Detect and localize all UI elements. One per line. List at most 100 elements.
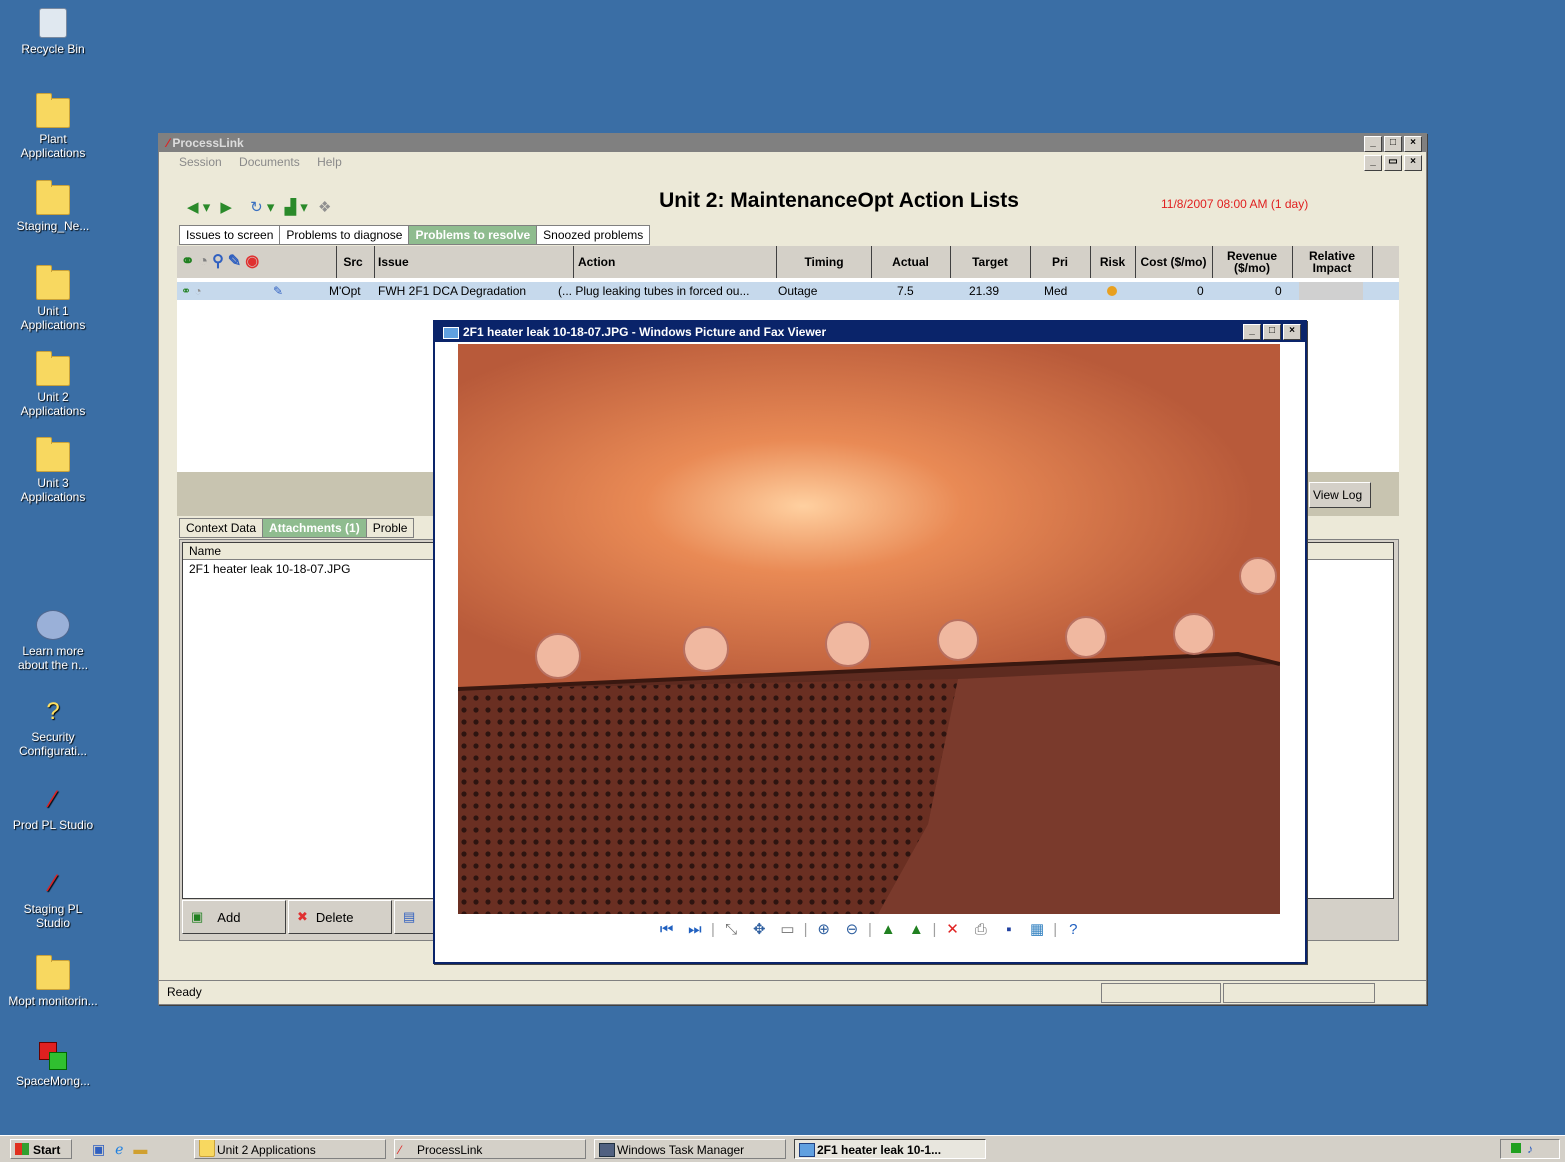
taskbar-item-task-manager[interactable]: Windows Task Manager — [594, 1139, 786, 1159]
quick-launch: ▣ ℯ ▬ — [92, 1141, 147, 1158]
maximize-button[interactable]: □ — [1384, 136, 1402, 152]
help-icon[interactable]: ? — [1064, 921, 1082, 939]
learn-more-shortcut[interactable]: Learn more about the n... — [8, 610, 98, 672]
attachment-icon[interactable]: ✎ — [228, 254, 241, 270]
taskbar-item-label: Windows Task Manager — [617, 1143, 745, 1157]
previous-icon[interactable]: ⏮ — [658, 921, 676, 939]
chart-icon[interactable]: ▟ — [285, 199, 297, 216]
mdi-restore-button[interactable]: ▭ — [1384, 155, 1402, 171]
open-attachment-button[interactable]: ▤ — [394, 900, 434, 934]
taskbar-item-picture-viewer[interactable]: 2F1 heater leak 10-1... — [794, 1139, 986, 1159]
zoom-in-icon[interactable]: ⊕ — [815, 920, 833, 938]
best-fit-icon[interactable]: ⤡ — [722, 921, 740, 939]
minimize-button[interactable]: _ — [1364, 136, 1382, 152]
spacemonger-shortcut[interactable]: SpaceMong... — [8, 1042, 98, 1088]
menu-help[interactable]: Help — [317, 155, 342, 169]
attachment-icon[interactable]: ✎ — [273, 282, 293, 300]
print-icon[interactable]: ⎙ — [972, 921, 990, 939]
taskbar-item-processlink[interactable]: ⁄ ProcessLink — [394, 1139, 586, 1159]
tab-problems[interactable]: Proble — [365, 518, 415, 538]
table-row[interactable]: ⚭ ◔ ✎ M'Opt FWH 2F1 DCA Degradation (...… — [177, 282, 1399, 300]
show-desktop-icon[interactable]: ▣ — [92, 1141, 105, 1157]
back-arrow-icon[interactable]: ◀ — [187, 199, 199, 216]
minimize-button[interactable]: _ — [1243, 324, 1261, 340]
window-title: ProcessLink — [172, 136, 244, 150]
mdi-minimize-button[interactable]: _ — [1364, 155, 1382, 171]
delete-button[interactable]: ✖ Delete — [288, 900, 392, 934]
snooze-icon[interactable]: ◔ — [198, 254, 208, 270]
header-src[interactable]: Src — [332, 246, 375, 278]
view-log-button[interactable]: View Log — [1309, 482, 1371, 508]
header-actual[interactable]: Actual — [871, 246, 951, 278]
tab-problems-to-diagnose[interactable]: Problems to diagnose — [279, 225, 410, 245]
header-action[interactable]: Action — [574, 246, 777, 278]
staging-pl-studio-shortcut[interactable]: ⁄ Staging PL Studio — [8, 870, 98, 930]
magnifier-icon[interactable]: ⚲ — [212, 254, 224, 270]
header-relative-impact[interactable]: Relative Impact — [1292, 246, 1373, 278]
header-issue[interactable]: Issue — [374, 246, 574, 278]
start-button[interactable]: Start — [10, 1139, 72, 1159]
binoculars-icon[interactable]: ⚭ — [181, 254, 194, 270]
cell-risk — [1107, 282, 1123, 300]
staging-ne-shortcut[interactable]: Staging_Ne... — [8, 180, 98, 233]
rotate-counterclockwise-icon[interactable]: ▲ — [907, 921, 925, 939]
header-revenue[interactable]: Revenue ($/mo) — [1212, 246, 1293, 278]
tray-volume-icon[interactable]: ♪ — [1527, 1142, 1533, 1156]
tab-snoozed-problems[interactable]: Snoozed problems — [536, 225, 651, 245]
page-title: Unit 2: MaintenanceOpt Action Lists — [659, 189, 1019, 212]
delete-icon[interactable]: ✕ — [944, 920, 962, 938]
forward-arrow-icon[interactable]: ▶ — [220, 199, 232, 216]
taskbar-item-unit2-applications[interactable]: Unit 2 Applications — [194, 1139, 386, 1159]
viewer-titlebar[interactable]: 2F1 heater leak 10-18-07.JPG - Windows P… — [435, 322, 1305, 342]
zoom-out-icon[interactable]: ⊖ — [843, 920, 861, 938]
tab-attachments[interactable]: Attachments (1) — [262, 518, 367, 538]
rotate-clockwise-icon[interactable]: ▲ — [879, 921, 897, 939]
tray-network-icon[interactable] — [1511, 1143, 1521, 1153]
header-risk[interactable]: Risk — [1090, 246, 1136, 278]
tab-problems-to-resolve[interactable]: Problems to resolve — [408, 225, 538, 245]
desktop-icon-label: Unit 3 Applications — [20, 476, 86, 504]
unit1-applications-shortcut[interactable]: Unit 1 Applications — [8, 265, 98, 332]
folder-icon — [199, 1140, 215, 1157]
prod-pl-studio-shortcut[interactable]: ⁄ Prod PL Studio — [8, 786, 98, 832]
tab-context-data[interactable]: Context Data — [179, 518, 264, 538]
header-pri[interactable]: Pri — [1030, 246, 1091, 278]
taskbar-item-label: Unit 2 Applications — [217, 1143, 316, 1157]
close-button[interactable]: × — [1283, 324, 1301, 340]
unit2-applications-shortcut[interactable]: Unit 2 Applications — [8, 351, 98, 418]
mdi-close-button[interactable]: × — [1404, 155, 1422, 171]
menu-documents[interactable]: Documents — [239, 155, 300, 169]
menu-session[interactable]: Session — [179, 155, 222, 169]
tab-issues-to-screen[interactable]: Issues to screen — [179, 225, 281, 245]
slideshow-icon[interactable]: ▭ — [778, 920, 796, 938]
next-icon[interactable]: ⏭ — [686, 921, 704, 939]
explorer-icon[interactable]: ▬ — [133, 1141, 147, 1157]
refresh-icon[interactable]: ↻ — [250, 199, 263, 216]
plant-applications-shortcut[interactable]: Plant Applications — [8, 93, 98, 160]
actual-size-icon[interactable]: ✥ — [750, 920, 768, 938]
alarm-icon[interactable]: ◉ — [245, 254, 259, 270]
print-settings-icon[interactable]: ❖ — [318, 199, 331, 216]
open-editor-icon[interactable]: ▦ — [1028, 920, 1046, 938]
recycle-bin-shortcut[interactable]: Recycle Bin — [8, 8, 98, 56]
maximize-button[interactable]: □ — [1263, 324, 1281, 340]
header-cost[interactable]: Cost ($/mo) — [1135, 246, 1213, 278]
binoculars-icon[interactable]: ⚭ — [181, 284, 191, 298]
internet-explorer-icon[interactable]: ℯ — [115, 1141, 123, 1157]
snooze-icon[interactable]: ◔ — [194, 284, 201, 298]
taskbar-item-label: 2F1 heater leak 10-1... — [817, 1143, 942, 1157]
add-icon: ▣ — [191, 909, 204, 924]
cell-cost: 0 — [1197, 284, 1204, 298]
recycle-bin-icon — [39, 8, 67, 38]
header-timing[interactable]: Timing — [777, 246, 872, 278]
processlink-titlebar[interactable]: ⁄ ProcessLink _ □ × — [159, 134, 1426, 152]
add-button[interactable]: ▣ Add — [182, 900, 286, 934]
close-button[interactable]: × — [1404, 136, 1422, 152]
mopt-monitoring-shortcut[interactable]: Mopt monitorin... — [8, 955, 98, 1008]
unit3-applications-shortcut[interactable]: Unit 3 Applications — [8, 437, 98, 504]
folder-icon — [36, 265, 70, 300]
folder-icon — [36, 437, 70, 472]
save-icon[interactable]: ▪ — [1000, 921, 1018, 939]
header-target[interactable]: Target — [950, 246, 1031, 278]
security-configuration-shortcut[interactable]: ? Security Configurati... — [8, 698, 98, 758]
